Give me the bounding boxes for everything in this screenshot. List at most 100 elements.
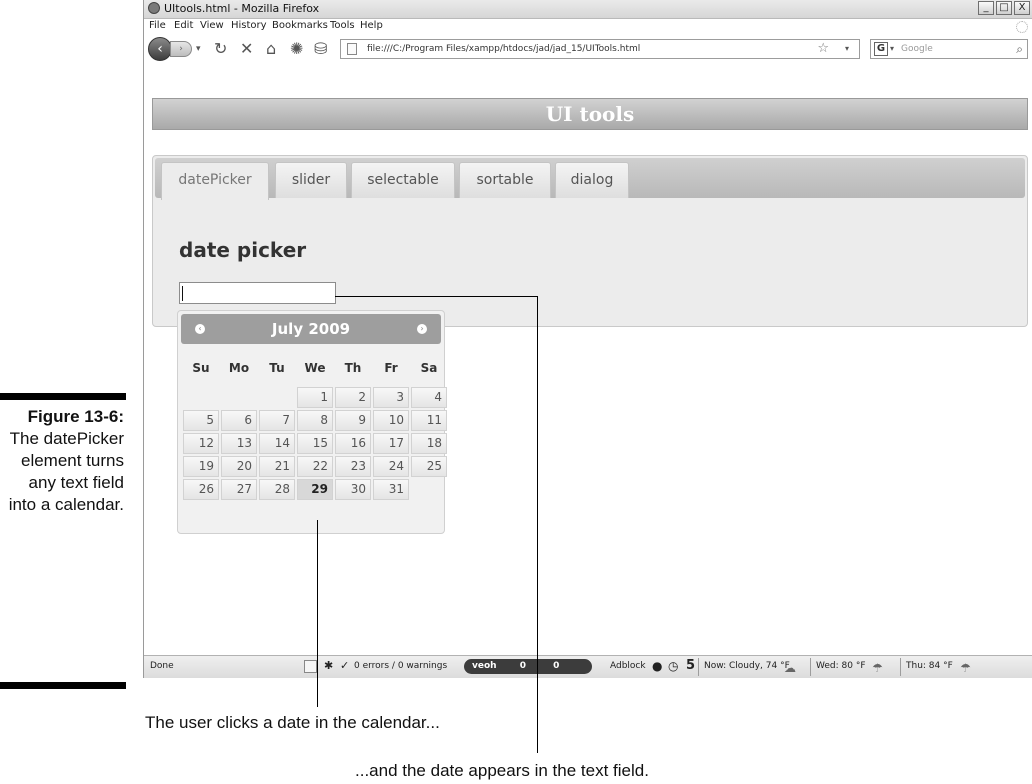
status-separator xyxy=(698,658,699,676)
calendar-day[interactable]: 2 xyxy=(335,387,371,408)
status-text: Done xyxy=(150,661,174,671)
firebug-icon[interactable]: ✺ xyxy=(290,39,303,58)
address-bar[interactable]: file:///C:/Program Files/xampp/htdocs/ja… xyxy=(340,39,860,59)
weekday-header: Sa xyxy=(420,361,438,375)
weekday-header: Su xyxy=(192,361,210,375)
maximize-button[interactable]: □ xyxy=(996,1,1012,15)
figure-caption-text: The datePicker element turns any text fi… xyxy=(8,429,124,514)
close-button[interactable]: X xyxy=(1014,1,1030,15)
calendar-day[interactable]: 20 xyxy=(221,456,257,477)
calendar-day[interactable]: 9 xyxy=(335,410,371,431)
rain-cloud-icon: ☂ xyxy=(960,661,971,675)
calendar-day[interactable]: 19 xyxy=(183,456,219,477)
calendar-day[interactable]: 21 xyxy=(259,456,295,477)
calendar-day[interactable]: 30 xyxy=(335,479,371,500)
pointer-line-calendar-vertical xyxy=(317,520,318,707)
tab-selectable[interactable]: selectable xyxy=(351,162,455,198)
calendar-day[interactable]: 6 xyxy=(221,410,257,431)
stop-icon[interactable]: ✕ xyxy=(240,39,253,58)
status-bar: Done ✱ ✓ 0 errors / 0 warnings veoh 0 0 … xyxy=(144,655,1032,678)
date-text-field[interactable] xyxy=(179,282,336,304)
error-console-text[interactable]: 0 errors / 0 warnings xyxy=(354,661,447,671)
address-dropdown-icon[interactable]: ▾ xyxy=(845,40,849,58)
calendar-day[interactable]: 25 xyxy=(411,456,447,477)
tab-sortable[interactable]: sortable xyxy=(459,162,551,198)
status-separator xyxy=(900,658,901,676)
clock-icon[interactable]: ◷ xyxy=(668,659,678,673)
firefox-icon xyxy=(148,2,160,14)
menu-file[interactable]: File xyxy=(149,20,166,31)
history-dropdown-icon[interactable]: ▾ xyxy=(196,44,201,54)
calendar-day[interactable]: 14 xyxy=(259,433,295,454)
back-button[interactable]: ‹ xyxy=(148,37,172,61)
datepicker-calendar: ‹ July 2009 › Su Mo Tu We Th Fr Sa 1 2 3 4 5 6 7 8 9 10 1… xyxy=(177,310,447,534)
weekday-header: Fr xyxy=(384,361,398,375)
pointer-line-field-vertical xyxy=(537,296,538,753)
calendar-day[interactable]: 24 xyxy=(373,456,409,477)
forward-button[interactable]: › xyxy=(170,41,192,57)
calendar-month: July 2009 xyxy=(271,320,351,338)
veoh-count-1: 0 xyxy=(519,661,526,671)
calendar-day[interactable]: 22 xyxy=(297,456,333,477)
bookmark-star-icon[interactable]: ☆ xyxy=(817,40,829,58)
weekday-header: We xyxy=(304,361,326,375)
figure-bottom-bar xyxy=(0,682,126,689)
database-icon[interactable]: ⛁ xyxy=(314,39,327,58)
calendar-day[interactable]: 31 xyxy=(373,479,409,500)
next-month-icon[interactable]: › xyxy=(417,324,427,334)
search-icon[interactable]: ⌕ xyxy=(1016,40,1023,58)
calendar-day[interactable]: 8 xyxy=(297,410,333,431)
calendar-day[interactable]: 28 xyxy=(259,479,295,500)
text-caret xyxy=(182,286,183,301)
menu-bookmarks[interactable]: Bookmarks xyxy=(272,20,328,31)
menu-tools[interactable]: Tools xyxy=(330,20,355,31)
calendar-day[interactable]: 7 xyxy=(259,410,295,431)
veoh-label: veoh xyxy=(472,661,497,671)
rain-cloud-icon: ☂ xyxy=(872,661,883,675)
page-icon xyxy=(347,43,357,55)
calendar-day[interactable]: 23 xyxy=(335,456,371,477)
menu-edit[interactable]: Edit xyxy=(174,20,193,31)
status-separator xyxy=(810,658,811,676)
calendar-day[interactable]: 17 xyxy=(373,433,409,454)
minimize-button[interactable]: _ xyxy=(978,1,994,15)
title-bar: UItools.html - Mozilla Firefox _ □ X xyxy=(144,0,1032,19)
tab-dialog[interactable]: dialog xyxy=(555,162,629,198)
menu-bar: File Edit View History Bookmarks Tools H… xyxy=(144,19,1032,35)
search-engine-icon[interactable]: G xyxy=(874,42,888,56)
calendar-day[interactable]: 16 xyxy=(335,433,371,454)
figure-caption: Figure 13-6: The datePicker element turn… xyxy=(0,406,124,516)
calendar-day[interactable]: 27 xyxy=(221,479,257,500)
home-icon[interactable]: ⌂ xyxy=(266,39,276,58)
shield-icon[interactable]: ● xyxy=(652,659,662,673)
reload-icon[interactable]: ↻ xyxy=(214,39,227,58)
calendar-day[interactable]: 13 xyxy=(221,433,257,454)
calendar-day[interactable]: 11 xyxy=(411,410,447,431)
menu-view[interactable]: View xyxy=(200,20,224,31)
calendar-day[interactable]: 3 xyxy=(373,387,409,408)
menu-history[interactable]: History xyxy=(231,20,267,31)
calendar-day[interactable]: 1 xyxy=(297,387,333,408)
search-box[interactable]: G ▾ Google ⌕ xyxy=(870,39,1028,59)
menu-help[interactable]: Help xyxy=(360,20,383,31)
calendar-day[interactable]: 18 xyxy=(411,433,447,454)
tab-slider[interactable]: slider xyxy=(275,162,347,198)
calendar-day[interactable]: 26 xyxy=(183,479,219,500)
calendar-day[interactable]: 5 xyxy=(183,410,219,431)
page-header: UI tools xyxy=(152,98,1028,130)
panel-title: date picker xyxy=(179,238,307,262)
calendar-day[interactable]: 15 xyxy=(297,433,333,454)
search-engine-dropdown-icon[interactable]: ▾ xyxy=(890,40,894,58)
veoh-widget[interactable]: veoh 0 0 xyxy=(464,659,592,674)
calendar-day[interactable]: 4 xyxy=(411,387,447,408)
figure-number: Figure 13-6: xyxy=(27,407,124,426)
tab-datepicker[interactable]: datePicker xyxy=(161,162,269,200)
adblock-text[interactable]: Adblock xyxy=(610,661,646,671)
weather-wed: Wed: 80 °F xyxy=(816,661,866,671)
calendar-day[interactable]: 29 xyxy=(297,479,333,500)
calendar-day[interactable]: 12 xyxy=(183,433,219,454)
firebug-status-icon[interactable] xyxy=(304,660,317,673)
calendar-day[interactable]: 10 xyxy=(373,410,409,431)
callout-field: ...and the date appears in the text fiel… xyxy=(355,761,649,780)
pin-icon[interactable]: ✱ xyxy=(324,659,333,672)
